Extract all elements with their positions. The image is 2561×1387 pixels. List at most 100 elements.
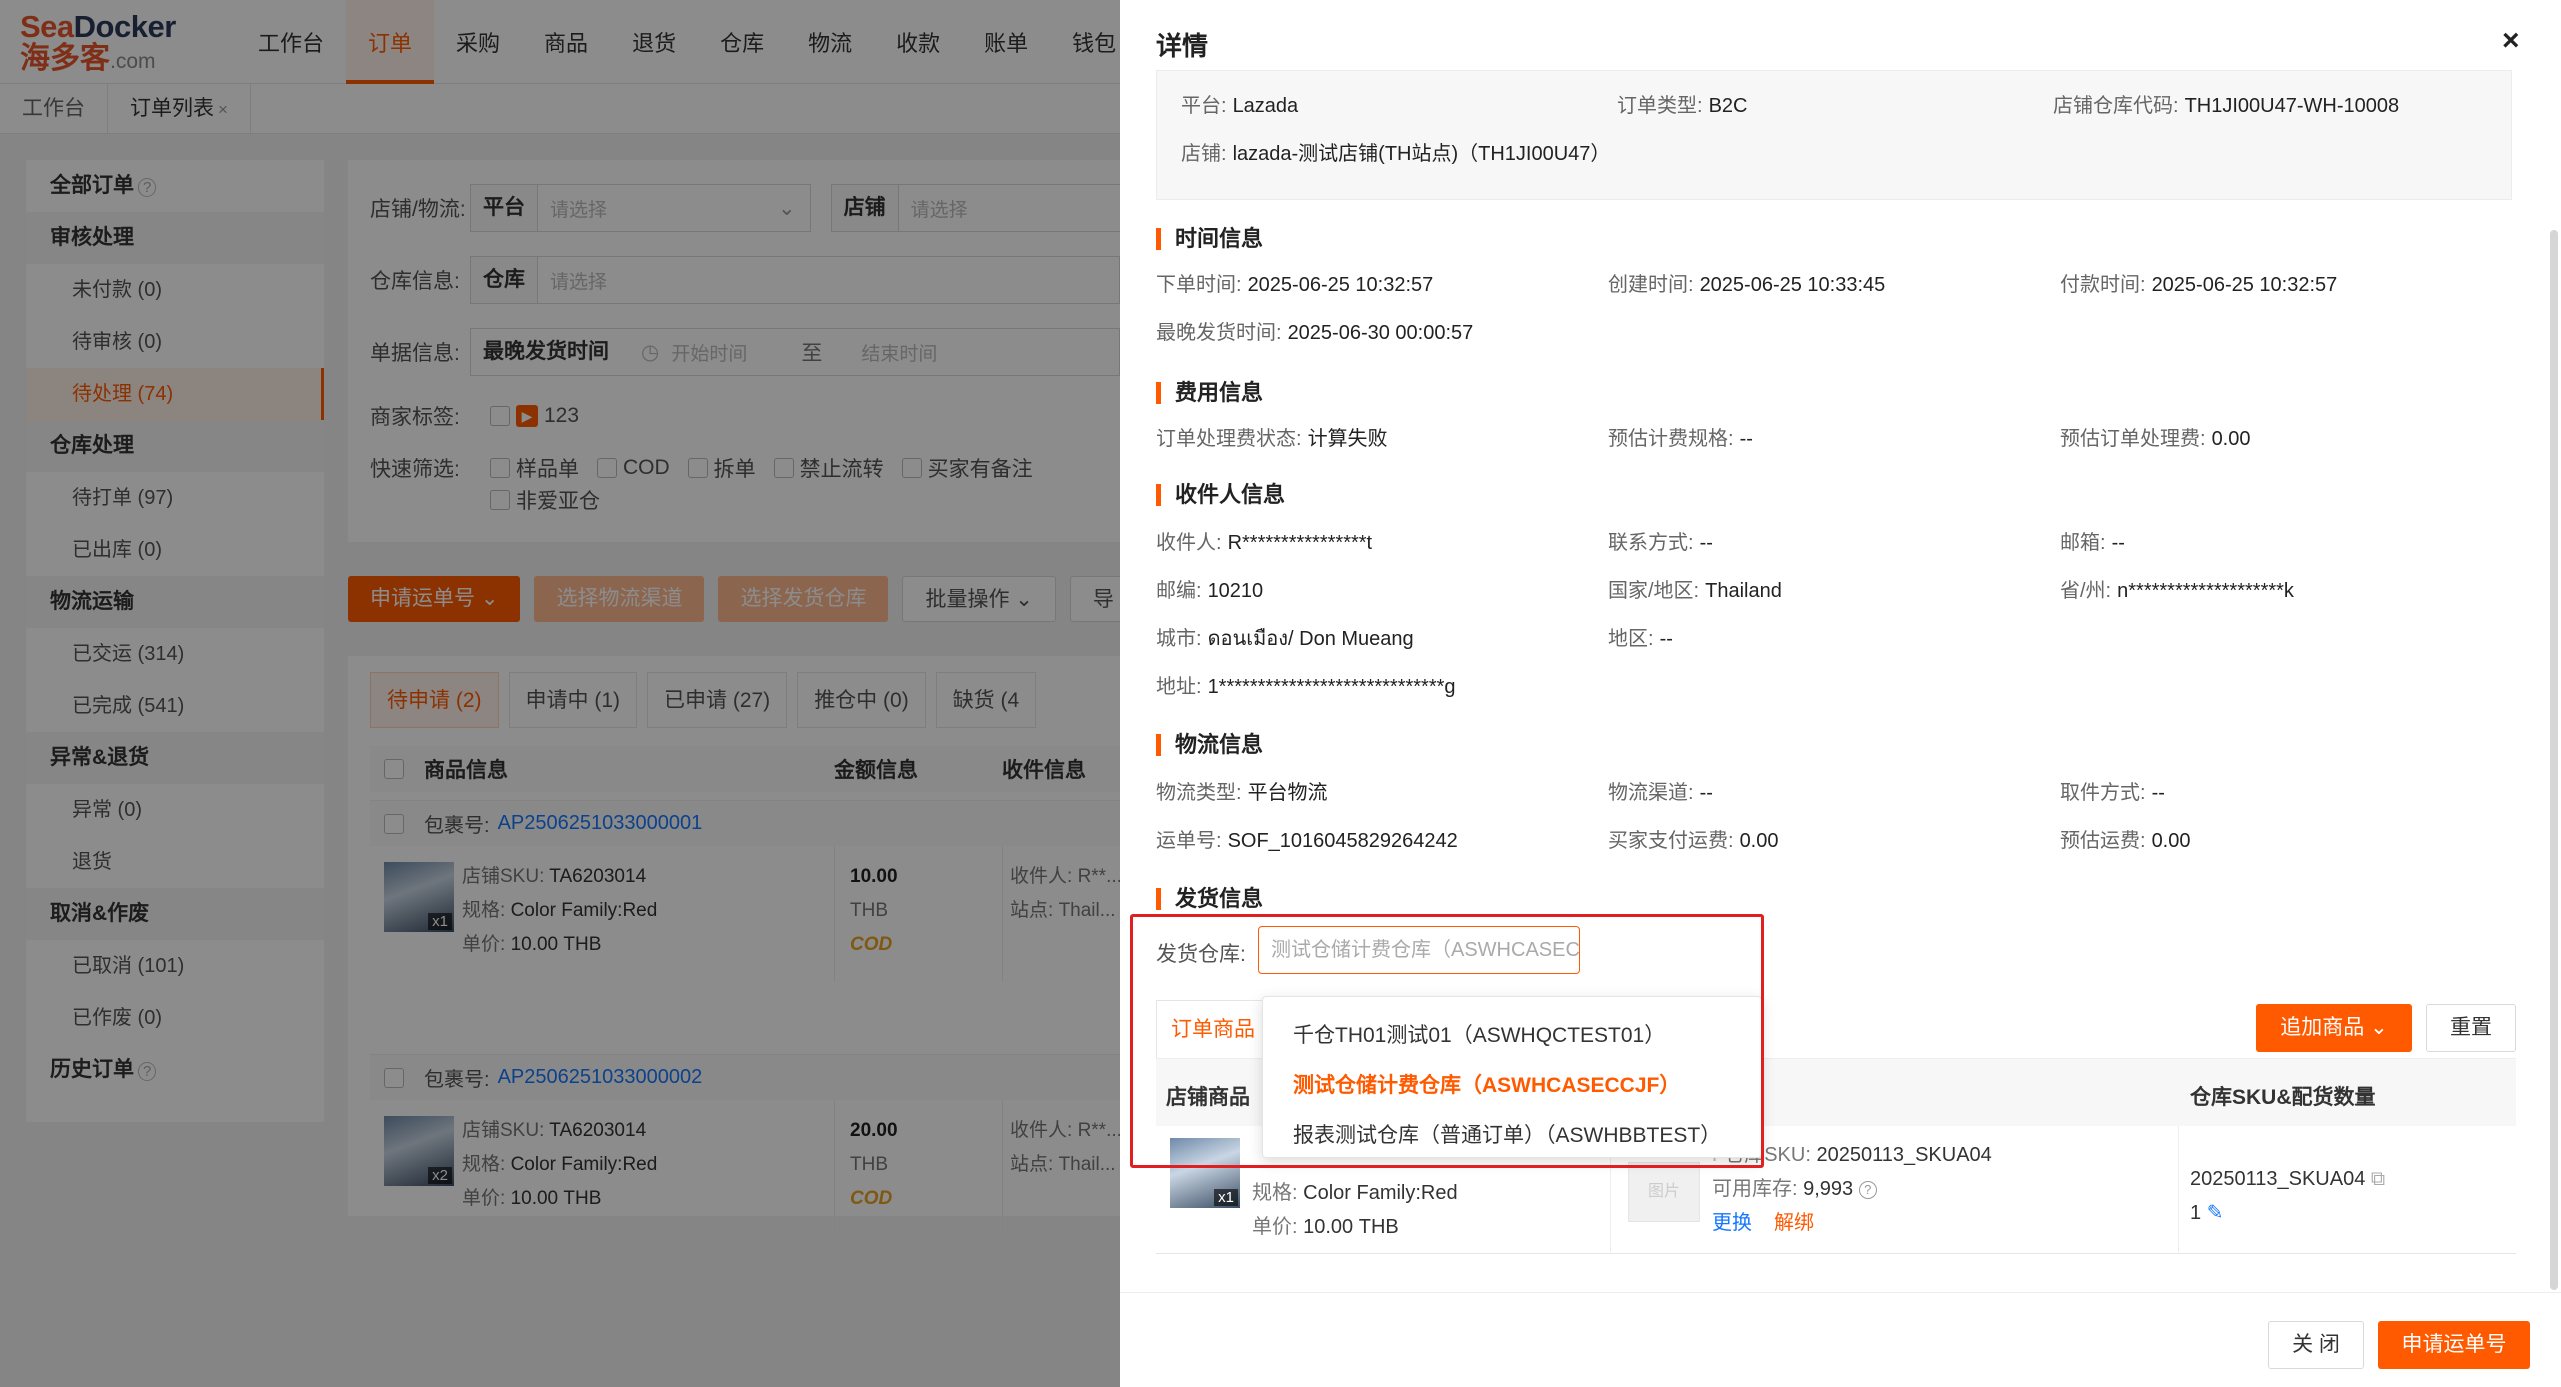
logi-est-fee: 预估运费: 0.00 <box>2060 824 2191 853</box>
recv-address: 地址: 1*****************************g <box>1156 670 1456 699</box>
item-spec-value: Color Family:Red <box>1303 1182 1458 1204</box>
wh-qty-value: 1 <box>2190 1202 2202 1224</box>
time-pay: 付款时间: 2025-06-25 10:32:57 <box>2060 268 2337 297</box>
logi-tracking-label: 运单号: <box>1156 830 1222 852</box>
fee-status: 订单处理费状态: 计算失败 <box>1156 422 1388 451</box>
close-icon[interactable]: × <box>2502 24 2520 58</box>
recv-contact-label: 联系方式: <box>1608 532 1694 554</box>
wh-sku-code: 20250113_SKUA04 <box>2190 1168 2366 1190</box>
time-create: 创建时间: 2025-06-25 10:33:45 <box>1608 268 1885 297</box>
fee-status-label: 订单处理费状态: <box>1156 428 1302 450</box>
help-icon[interactable]: ? <box>1858 1180 1877 1199</box>
info-platform-label: 平台: <box>1181 95 1227 117</box>
recv-country-label: 国家/地区: <box>1608 580 1700 602</box>
logi-buyer-fee: 买家支付运费: 0.00 <box>1608 824 1779 853</box>
close-button[interactable]: 关 闭 <box>2268 1321 2364 1369</box>
scrollbar[interactable] <box>2550 230 2558 1290</box>
store-item-info: 规格: Color Family:Red 单价: 10.00 THB <box>1252 1176 1458 1244</box>
item-spec-label: 规格: <box>1252 1182 1298 1204</box>
time-create-label: 创建时间: <box>1608 274 1694 296</box>
recv-name: 收件人: R****************t <box>1156 526 1372 555</box>
recv-zip: 邮编: 10210 <box>1156 574 1263 603</box>
recv-country: 国家/地区: Thailand <box>1608 574 1782 603</box>
fee-est-value: 0.00 <box>2211 428 2251 450</box>
info-order-type-value: B2C <box>1708 95 1748 117</box>
logi-est-fee-label: 预估运费: <box>2060 830 2146 852</box>
recv-address-label: 地址: <box>1156 676 1202 698</box>
replace-link[interactable]: 更换 <box>1712 1212 1752 1234</box>
unbind-link[interactable]: 解绑 <box>1774 1212 1814 1234</box>
recv-area: 地区: -- <box>1608 622 1673 651</box>
info-store-label: 店铺: <box>1181 143 1227 165</box>
info-order-type: 订单类型: B2C <box>1617 89 1747 118</box>
time-order-label: 下单时间: <box>1156 274 1242 296</box>
recv-province-label: 省/州: <box>2060 580 2112 602</box>
logi-type-label: 物流类型: <box>1156 782 1242 804</box>
recv-email-value: -- <box>2111 532 2125 554</box>
logi-channel: 物流渠道: -- <box>1608 776 1713 805</box>
logi-buyer-fee-value: 0.00 <box>1739 830 1779 852</box>
fee-rule-label: 预估计费规格: <box>1608 428 1734 450</box>
drawer-title: 详情 <box>1156 31 1209 61</box>
apply-waybill-footer-button[interactable]: 申请运单号 <box>2378 1321 2530 1369</box>
logi-tracking-value: SOF_1016045829264242 <box>1227 830 1458 852</box>
logi-pickup-value: -- <box>2151 782 2165 804</box>
section-shipping: 发货信息 <box>1156 888 1263 910</box>
wh-sku-qty: 20250113_SKUA04 ⧉ 1 ✎ <box>2190 1162 2385 1230</box>
recv-address-value: 1*****************************g <box>1207 676 1456 698</box>
logi-type-value: 平台物流 <box>1247 782 1328 804</box>
drawer-footer: 关 闭 申请运单号 <box>1120 1292 2561 1387</box>
section-time: 时间信息 <box>1156 228 1263 250</box>
time-latest: 最晚发货时间: 2025-06-30 00:00:57 <box>1156 316 1473 345</box>
info-store: 店铺: lazada-测试店铺(TH站点)（TH1JI00U47） <box>1181 137 1610 166</box>
info-wh-code-label: 店铺仓库代码: <box>2053 95 2179 117</box>
time-pay-label: 付款时间: <box>2060 274 2146 296</box>
logi-pickup: 取件方式: -- <box>2060 776 2165 805</box>
time-order: 下单时间: 2025-06-25 10:32:57 <box>1156 268 1433 297</box>
fee-est: 预估订单处理费: 0.00 <box>2060 422 2251 451</box>
recv-contact-value: -- <box>1699 532 1713 554</box>
item-price-value: 10.00 THB <box>1303 1216 1399 1238</box>
add-product-button[interactable]: 追加商品 ⌄ <box>2256 1004 2412 1052</box>
add-product-label: 追加商品 <box>2280 1016 2365 1039</box>
edit-icon[interactable]: ✎ <box>2207 1202 2224 1224</box>
modal-overlay[interactable] <box>0 0 1120 1387</box>
recv-zip-value: 10210 <box>1207 580 1264 602</box>
info-wh-code-value: TH1JI00U47-WH-10008 <box>2184 95 2400 117</box>
logi-est-fee-value: 0.00 <box>2151 830 2191 852</box>
fee-status-value: 计算失败 <box>1307 428 1388 450</box>
info-wh-code: 店铺仓库代码: TH1JI00U47-WH-10008 <box>2053 89 2399 118</box>
recv-zip-label: 邮编: <box>1156 580 1202 602</box>
logi-buyer-fee-label: 买家支付运费: <box>1608 830 1734 852</box>
recv-city: 城市: ดอนเมือง/ Don Mueang <box>1156 622 1414 654</box>
fee-est-label: 预估订单处理费: <box>2060 428 2206 450</box>
logi-tracking: 运单号: SOF_1016045829264242 <box>1156 824 1458 853</box>
section-logistics: 物流信息 <box>1156 734 1263 756</box>
reset-button[interactable]: 重置 <box>2426 1004 2516 1052</box>
info-platform-value: Lazada <box>1232 95 1299 117</box>
qty-badge: x1 <box>1214 1189 1238 1206</box>
fee-rule-value: -- <box>1739 428 1753 450</box>
logi-channel-label: 物流渠道: <box>1608 782 1694 804</box>
section-receiver: 收件人信息 <box>1156 484 1285 506</box>
time-latest-label: 最晚发货时间: <box>1156 322 1282 344</box>
wh-sku-image: 图片 <box>1628 1162 1700 1222</box>
wh-sku-value: 20250113_SKUA04 <box>1816 1144 1992 1166</box>
recv-city-label: 城市: <box>1156 628 1202 650</box>
chevron-down-icon: ⌄ <box>2370 1016 2388 1039</box>
highlight-frame <box>1130 914 1764 1168</box>
detail-drawer: 详情 × 平台: Lazada 订单类型: B2C 店铺仓库代码: TH1JI00U4… <box>1120 0 2561 1387</box>
recv-name-value: R****************t <box>1227 532 1373 554</box>
info-platform: 平台: Lazada <box>1181 89 1298 118</box>
stock-value: 9,993 <box>1803 1178 1854 1200</box>
fee-rule: 预估计费规格: -- <box>1608 422 1753 451</box>
recv-contact: 联系方式: -- <box>1608 526 1713 555</box>
recv-province-value: n********************k <box>2117 580 2294 602</box>
copy-icon[interactable]: ⧉ <box>2371 1168 2385 1190</box>
logi-pickup-label: 取件方式: <box>2060 782 2146 804</box>
recv-area-value: -- <box>1659 628 1673 650</box>
basic-info-card: 平台: Lazada 订单类型: B2C 店铺仓库代码: TH1JI00U47-WH-… <box>1156 70 2512 200</box>
col-wh-sku: 仓库SKU&配货数量 <box>2190 1086 2376 1109</box>
divider <box>2178 1126 2179 1254</box>
recv-email: 邮箱: -- <box>2060 526 2125 555</box>
